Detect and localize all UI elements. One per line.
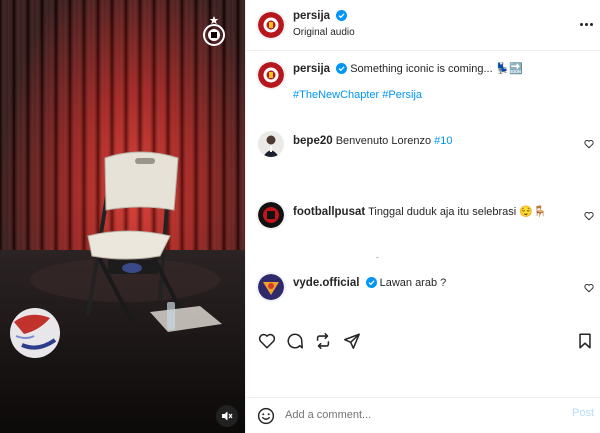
post-viewer: persija Original audio persija Something… — [0, 0, 600, 433]
comment-tag[interactable]: #10 — [434, 135, 452, 147]
ellipsis-icon[interactable] — [577, 18, 595, 30]
comment-text: Lawan arab ? — [379, 277, 447, 289]
avatar[interactable] — [256, 10, 286, 40]
verified-badge-icon — [365, 277, 377, 288]
caption-username[interactable]: persija — [293, 63, 330, 75]
heart-icon[interactable] — [584, 211, 594, 221]
post-button[interactable]: Post — [572, 407, 594, 419]
repost-icon[interactable] — [314, 332, 332, 350]
heart-icon[interactable] — [584, 139, 594, 149]
media-image — [0, 0, 245, 433]
caption-text: Something iconic is coming... 💺🔜 — [350, 63, 524, 75]
verified-badge-icon — [336, 10, 348, 21]
smiley-icon[interactable] — [257, 407, 275, 425]
divider — [376, 257, 379, 258]
avatar[interactable] — [256, 272, 286, 302]
mute-button[interactable] — [216, 405, 238, 427]
speech-bubble-icon[interactable] — [286, 332, 304, 350]
club-crest-icon — [201, 16, 227, 46]
audio-label[interactable]: Original audio — [293, 27, 355, 38]
comment-item: bepe20 Benvenuto Lorenzo #10 — [246, 131, 600, 163]
post-media[interactable] — [0, 0, 245, 433]
football — [10, 308, 60, 358]
heart-icon[interactable] — [584, 283, 594, 293]
comment-input[interactable] — [285, 406, 555, 424]
comment-text: Benvenuto Lorenzo — [335, 135, 435, 147]
post-header: persija Original audio — [246, 0, 600, 51]
comment-composer: Post — [246, 398, 600, 433]
comment-text: Tinggal duduk aja itu selebrasi 😌🪑 — [368, 206, 547, 218]
paper-plane-icon[interactable] — [343, 332, 361, 350]
verified-badge-icon — [336, 63, 348, 74]
bookmark-icon[interactable] — [576, 332, 594, 350]
avatar[interactable] — [256, 200, 286, 230]
caption-hashtags[interactable]: #TheNewChapter #Persija — [293, 88, 422, 103]
avatar[interactable] — [258, 131, 284, 157]
caption: persija Something iconic is coming... 💺🔜… — [246, 60, 600, 110]
account-username[interactable]: persija — [293, 10, 330, 22]
comment-item: vyde.official Lawan arab ? — [246, 272, 600, 304]
comment-username[interactable]: footballpusat — [293, 206, 365, 218]
comment-item: footballpusat Tinggal duduk aja itu sele… — [246, 200, 600, 232]
avatar[interactable] — [256, 60, 286, 90]
action-bar — [246, 324, 600, 358]
post-side-panel: persija Original audio persija Something… — [245, 0, 600, 433]
comment-username[interactable]: bepe20 — [293, 135, 333, 147]
speaker-muted-icon — [222, 411, 233, 421]
comment-username[interactable]: vyde.official — [293, 277, 359, 289]
heart-icon[interactable] — [258, 332, 276, 350]
